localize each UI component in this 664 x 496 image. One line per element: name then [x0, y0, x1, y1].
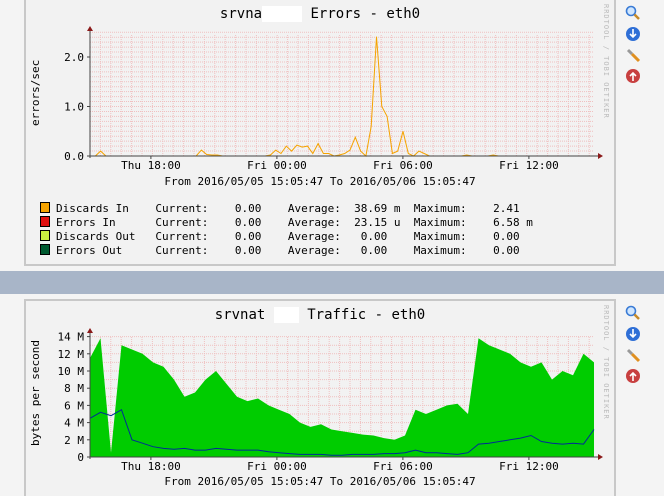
y-tick-label: 12 M: [58, 348, 85, 361]
y-tick-label: 14 M: [58, 331, 85, 344]
zoom-icon[interactable]: [625, 305, 641, 321]
maximum-value: 0.00: [493, 230, 520, 243]
y-tick-label: 4 M: [64, 417, 84, 430]
x-tick-label: Thu 18:00: [121, 159, 181, 172]
current-label: Current:: [155, 216, 209, 229]
x-tick-label: Fri 12:00: [499, 460, 559, 473]
legend-label: Discards In: [56, 202, 136, 215]
legend-swatch: [40, 202, 50, 213]
average-label: Average:: [287, 244, 341, 257]
graph-actions-2: [625, 305, 641, 389]
current-value: 0.00: [234, 230, 262, 243]
maximum-value: 6.58 m: [493, 216, 533, 229]
x-tick-label: Fri 00:00: [247, 460, 307, 473]
average-value: 0.00: [354, 230, 401, 243]
maximum-label: Maximum:: [413, 202, 467, 215]
maximum-label: Maximum:: [413, 244, 467, 257]
y-axis-arrow: [87, 26, 93, 31]
legend-label: Errors In: [56, 216, 136, 229]
maximum-value: 2.41: [493, 202, 520, 215]
y-tick-label: 2.0: [64, 51, 84, 64]
current-value: 0.00: [234, 216, 262, 229]
average-value: 38.69 m: [354, 202, 401, 215]
average-label: Average:: [287, 216, 341, 229]
average-label: Average:: [287, 230, 341, 243]
traffic-chart: Thu 18:00 Fri 00:00 Fri 06:00 Fri 12:00 0 2 M…: [58, 328, 603, 473]
current-label: Current:: [155, 244, 209, 257]
current-label: Current:: [155, 230, 209, 243]
legend-row: Discards In Current: 0.00 Average: 38.69…: [40, 202, 520, 215]
y-tick-label: 10 M: [58, 365, 85, 378]
y-tick-label: 2 M: [64, 434, 84, 447]
time-range: From 2016/05/05 15:05:47 To 2016/05/06 1…: [164, 475, 476, 488]
maximum-label: Maximum:: [413, 216, 467, 229]
x-tick-label: Fri 00:00: [247, 159, 307, 172]
x-tick-label: Fri 06:00: [373, 159, 433, 172]
y-tick-label: 0: [77, 451, 84, 464]
legend-row: Errors Out Current: 0.00 Average: 0.00 M…: [40, 244, 520, 257]
x-tick-label: Fri 12:00: [499, 159, 559, 172]
wrench-icon[interactable]: [625, 347, 641, 363]
up-arrow-icon[interactable]: [625, 368, 641, 384]
legend-swatch: [40, 216, 50, 227]
errors-chart: Thu 18:00 Fri 00:00 Fri 06:00 Fri 12:00 0.0 1…: [64, 26, 603, 172]
legend-label: Errors Out: [56, 244, 136, 257]
x-axis-arrow: [598, 153, 603, 159]
average-value: 0.00: [354, 244, 401, 257]
series-area: [90, 338, 594, 457]
average-label: Average:: [287, 202, 341, 215]
legend-swatch: [40, 244, 50, 255]
separator-bar: [0, 271, 664, 294]
y-tick-label: 8 M: [64, 382, 84, 395]
current-value: 0.00: [234, 202, 262, 215]
current-value: 0.00: [234, 244, 262, 257]
wrench-icon[interactable]: [625, 47, 641, 63]
average-value: 23.15 u: [354, 216, 401, 229]
up-arrow-icon[interactable]: [625, 68, 641, 84]
x-axis-arrow: [598, 454, 603, 460]
time-range: From 2016/05/05 15:05:47 To 2016/05/06 1…: [164, 175, 476, 188]
graph-actions-1: [625, 5, 641, 89]
traffic-graph[interactable]: srvnat Traffic - eth0 bytes per second R…: [24, 299, 616, 496]
y-axis-arrow: [87, 328, 93, 333]
current-label: Current:: [155, 202, 209, 215]
y-tick-label: 0.0: [64, 150, 84, 163]
legend-label: Discards Out: [56, 230, 136, 243]
maximum-label: Maximum:: [413, 230, 467, 243]
download-icon[interactable]: [625, 326, 641, 342]
y-tick-label: 1.0: [64, 101, 84, 114]
x-tick-label: Thu 18:00: [121, 460, 181, 473]
legend-row: Discards Out Current: 0.00 Average: 0.00…: [40, 230, 520, 243]
maximum-value: 0.00: [493, 244, 520, 257]
download-icon[interactable]: [625, 26, 641, 42]
legend-swatch: [40, 230, 50, 241]
y-tick-label: 6 M: [64, 399, 84, 412]
x-tick-label: Fri 06:00: [373, 460, 433, 473]
zoom-icon[interactable]: [625, 5, 641, 21]
legend-row: Errors In Current: 0.00 Average: 23.15 u…: [40, 216, 533, 229]
errors-graph[interactable]: srvna Errors - eth0 errors/sec RRDTOOL /…: [24, 0, 616, 266]
